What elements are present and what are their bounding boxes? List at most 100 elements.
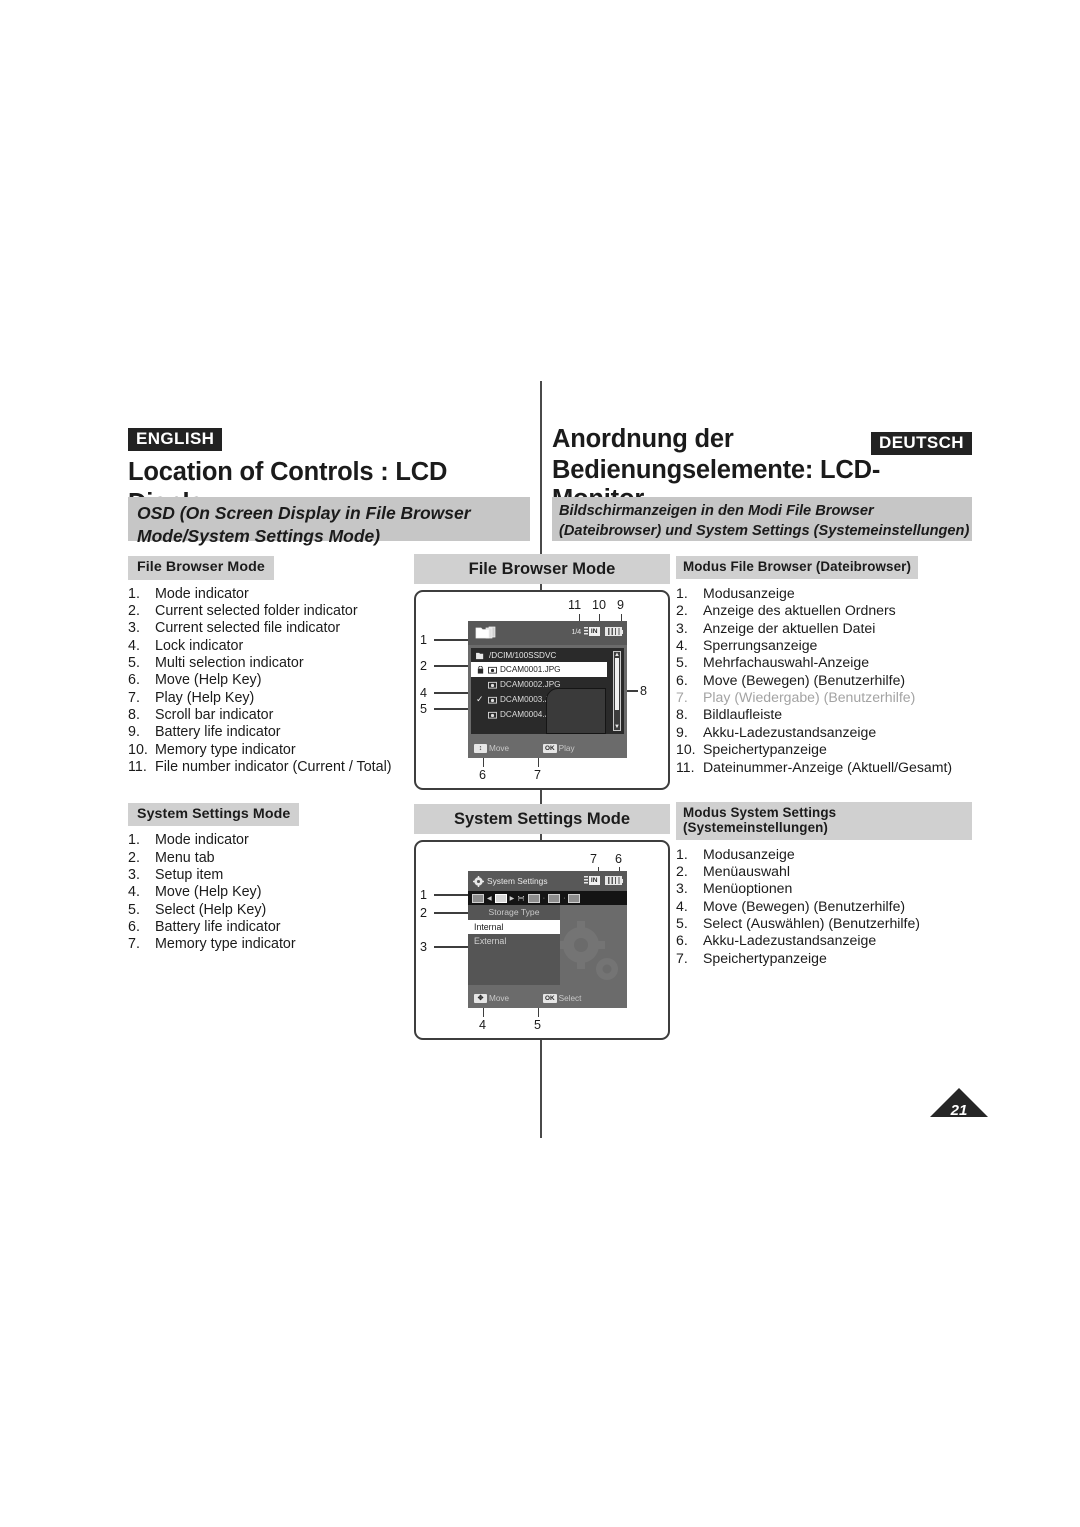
- help-select: OK Select: [543, 993, 582, 1003]
- list-item-label: Menüoptionen: [703, 880, 793, 897]
- tab-sound-icon[interactable]: [548, 893, 561, 903]
- callout-2-ss: 2: [420, 906, 428, 921]
- list-item: 10. Memory type indicator: [128, 742, 420, 759]
- list-item: 5. Select (Help Key): [128, 902, 420, 919]
- list-item-label: Speichertypanzeige: [703, 949, 827, 966]
- list-item: 5. Multi selection indicator: [128, 655, 420, 672]
- diagram-system-settings: 1 2 3 4 5 6 7 System Settings IN ◀ ▶ ∺ ·…: [414, 840, 670, 1041]
- list-system-settings-de: 1. Modusanzeige 2. Menüauswahl 3. Menüoptio…: [676, 846, 972, 968]
- callout-4-fb: 4: [420, 686, 428, 701]
- thumbnail-preview: [546, 688, 606, 735]
- language-tag-english: ENGLISH: [128, 428, 223, 451]
- german-lists: Modus File Browser (Dateibrowser) 1. Modu…: [676, 556, 972, 967]
- language-tag-german: DEUTSCH: [871, 432, 972, 455]
- list-item-label: Play (Help Key): [155, 689, 255, 706]
- list-item: 2. Anzeige des aktuellen Ordners: [676, 602, 972, 619]
- list-item: 3. Anzeige der aktuellen Datei: [676, 620, 972, 637]
- tab-system-icon[interactable]: [568, 893, 581, 903]
- lcd-screen-file-browser: 1/4 IN /DCIM/100SSDVC DCAM0001.JPG DCAM0…: [468, 621, 627, 759]
- setup-option[interactable]: External: [468, 934, 560, 948]
- list-item-label: Memory type indicator: [155, 741, 296, 758]
- page-number: 21: [950, 1102, 968, 1119]
- lock-icon: [477, 665, 484, 674]
- list-item-label: Speichertypanzeige: [703, 741, 827, 758]
- list-file-browser-en: 1. Mode indicator 2. Current selected fold…: [128, 586, 420, 777]
- tab-next-arrow-icon[interactable]: ▶: [510, 895, 515, 902]
- lcd-title-bar: System Settings IN: [468, 871, 627, 892]
- file-name: DCAM0001.JPG: [500, 665, 561, 675]
- list-item-label: Lock indicator: [155, 637, 244, 654]
- list-item-label: Move (Help Key): [155, 884, 262, 901]
- setup-option-selected[interactable]: Internal: [468, 920, 560, 935]
- scroll-down-arrow-icon[interactable]: ▼: [614, 724, 620, 730]
- settings-body: Storage Type Internal External: [468, 905, 627, 986]
- tab-separator-dot: ·: [542, 894, 546, 902]
- list-item-label: Battery life indicator: [155, 918, 281, 935]
- tab-rec-icon[interactable]: [472, 893, 484, 903]
- list-item-label: Current selected folder indicator: [155, 602, 358, 619]
- status-badges: 1/4 IN: [572, 627, 623, 637]
- english-lists: File Browser Mode 1. Mode indicator 2. Cur…: [128, 556, 420, 954]
- list-item-label: Anzeige des aktuellen Ordners: [703, 602, 896, 619]
- memory-type-icon: IN: [583, 876, 600, 886]
- list-item-label: Mode indicator: [155, 832, 249, 849]
- help-key-bar-file-browser: ↕ Move OK Play: [468, 738, 627, 759]
- list-item: 4. Lock indicator: [128, 638, 420, 655]
- leader-4-fb: [434, 692, 468, 694]
- callout-9-fb: 9: [617, 598, 625, 613]
- list-item: 9. Akku-Ladezustandsanzeige: [676, 724, 972, 741]
- callout-2-fb: 2: [420, 659, 428, 674]
- diagram-heading-system-settings: System Settings Mode: [414, 804, 670, 835]
- list-item-label: Battery life indicator: [155, 724, 281, 741]
- callout-7-ss: 7: [590, 852, 598, 867]
- memory-type-icon: IN: [583, 627, 600, 637]
- memory-type-label: IN: [588, 876, 600, 886]
- background-gears-icon: [557, 921, 618, 981]
- help-move-label: Move: [489, 993, 510, 1003]
- tab-display-icon[interactable]: [527, 893, 540, 903]
- menu-tab-bar[interactable]: ◀ ▶ ∺ · ·: [468, 891, 627, 906]
- tab-prev-arrow-icon[interactable]: ◀: [487, 895, 492, 902]
- list-item: 3. Current selected file indicator: [128, 620, 420, 637]
- list-item: 7. Play (Help Key): [128, 690, 420, 707]
- help-select-label: Select: [558, 993, 582, 1003]
- folder-stack-icon: [475, 626, 496, 639]
- list-item-label: Menüauswahl: [703, 862, 790, 879]
- list-item-label: Mode indicator: [155, 585, 249, 602]
- photo-icon: [488, 666, 497, 674]
- setup-item-panel: Storage Type Internal External: [468, 905, 560, 986]
- photo-icon: [488, 681, 497, 689]
- list-item: 5. Select (Auswählen) (Benutzerhilfe): [676, 915, 972, 932]
- gear-icon: [473, 875, 484, 887]
- list-item: 2. Menu tab: [128, 850, 420, 867]
- list-item: 3. Menüoptionen: [676, 880, 972, 897]
- scroll-bar[interactable]: ▲ ▼: [613, 651, 621, 732]
- scroll-thumb[interactable]: [615, 658, 619, 711]
- callout-7-fb: 7: [534, 768, 542, 783]
- status-badges: IN: [583, 876, 623, 886]
- file-name: DCAM0002.JPG: [500, 680, 561, 690]
- diagrams-column: File Browser Mode 1 2 4 5 6 7 8 9 10 11: [414, 554, 670, 1041]
- callout-6-ss: 6: [615, 852, 623, 867]
- leader-1-ss: [434, 894, 468, 896]
- list-item: 6. Akku-Ladezustandsanzeige: [676, 932, 972, 949]
- callout-11-fb: 11: [568, 598, 582, 613]
- list-item-label: Scroll bar indicator: [155, 707, 274, 724]
- list-item: 1. Modusanzeige: [676, 585, 972, 602]
- help-play-label: Play: [558, 743, 575, 753]
- list-item-label: Mehrfachauswahl-Anzeige: [703, 654, 870, 671]
- section-tag-system-settings-en: System Settings Mode: [128, 802, 300, 827]
- list-item-label: Select (Auswählen) (Benutzerhilfe): [703, 915, 920, 932]
- list-item: 11. Dateinummer-Anzeige (Aktuell/Gesamt): [676, 759, 972, 776]
- list-item: 1. Mode indicator: [128, 586, 420, 603]
- list-item-label: Anzeige der aktuellen Datei: [703, 619, 876, 636]
- list-item-label: Menu tab: [155, 849, 215, 866]
- ok-key-icon: OK: [543, 743, 557, 753]
- tab-usb-icon[interactable]: ∺: [517, 893, 525, 903]
- list-item: 4. Move (Bewegen) (Benutzerhilfe): [676, 898, 972, 915]
- callout-1-fb: 1: [420, 633, 428, 648]
- list-item: 8. Bildlaufleiste: [676, 706, 972, 723]
- list-item-label: Current selected file indicator: [155, 620, 341, 637]
- tab-storage-icon[interactable]: [494, 893, 507, 903]
- list-item: 2. Menüauswahl: [676, 863, 972, 880]
